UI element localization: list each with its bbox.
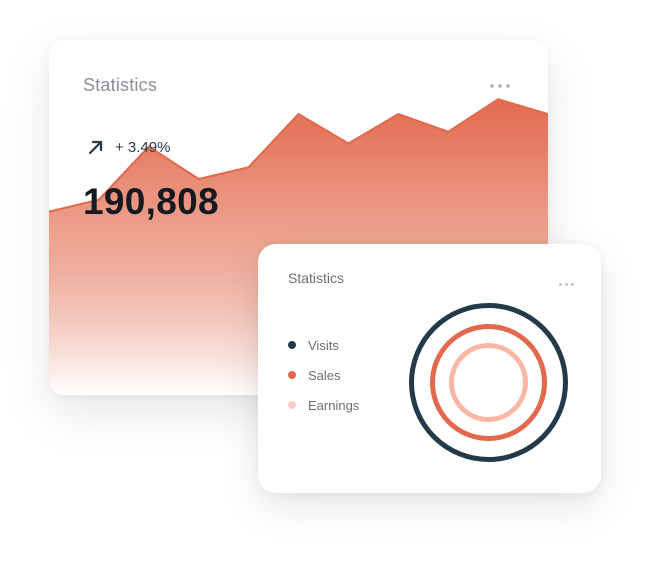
ring-earnings bbox=[449, 343, 528, 422]
more-horizontal-icon[interactable] bbox=[559, 283, 574, 286]
legend-label: Visits bbox=[308, 337, 339, 353]
legend-dot-sales bbox=[288, 371, 296, 379]
ring-chart bbox=[409, 303, 568, 462]
legend-label: Sales bbox=[308, 367, 341, 383]
card-title: Statistics bbox=[288, 270, 345, 286]
legend-label: Earnings bbox=[308, 397, 360, 413]
stage: Statistics + 3.49% 190,808 Statistics Vi… bbox=[0, 0, 651, 563]
legend: Visits Sales Earnings bbox=[288, 330, 359, 420]
trend-indicator: + 3.49% bbox=[87, 138, 170, 156]
legend-dot-visits bbox=[288, 341, 296, 349]
more-horizontal-icon[interactable] bbox=[490, 84, 510, 88]
legend-item-visits: Visits bbox=[288, 330, 359, 360]
legend-dot-earnings bbox=[288, 401, 296, 409]
statistics-breakdown-card: Statistics Visits Sales Earnings bbox=[258, 244, 601, 493]
arrow-up-right-icon bbox=[88, 140, 103, 155]
trend-percentage: + 3.49% bbox=[115, 138, 171, 156]
legend-item-sales: Sales bbox=[288, 360, 359, 390]
total-value: 190,808 bbox=[83, 181, 219, 222]
legend-item-earnings: Earnings bbox=[288, 390, 359, 420]
card-title: Statistics bbox=[83, 75, 158, 95]
